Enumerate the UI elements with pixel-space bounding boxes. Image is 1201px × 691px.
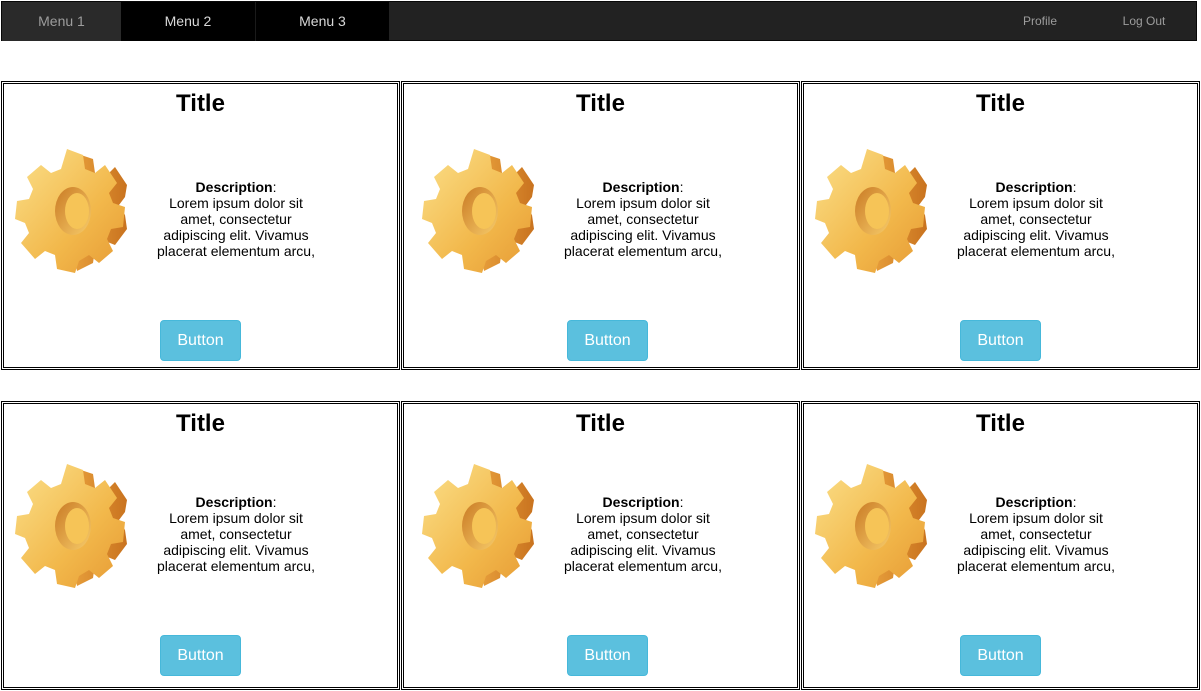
card-3: Title Description: Lorem ipsum dolor sit… [801,81,1200,370]
gear-icon [422,460,534,590]
description-label: Description [995,179,1073,195]
card-5: Title Description: Lorem ipsum dolor sit… [401,401,800,690]
description-label: Description [195,494,273,510]
card-title: Title [176,410,225,437]
card-button[interactable]: Button [567,320,648,361]
nav-menu-3[interactable]: Menu 3 [255,2,389,41]
card-title: Title [976,90,1025,117]
card-title: Title [976,410,1025,437]
card-description: Description: Lorem ipsum dolor sit amet,… [564,494,722,574]
card-description: Description: Lorem ipsum dolor sit amet,… [564,179,722,259]
card-button[interactable]: Button [160,320,241,361]
description-label: Description [995,494,1073,510]
card-description: Description: Lorem ipsum dolor sit amet,… [157,179,315,259]
card-button[interactable]: Button [567,635,648,676]
gear-icon [815,460,927,590]
card-button[interactable]: Button [160,635,241,676]
card-title: Title [576,90,625,117]
description-text: Lorem ipsum dolor sit amet, consectetur … [957,510,1115,574]
card-title: Title [176,90,225,117]
description-text: Lorem ipsum dolor sit amet, consectetur … [564,510,722,574]
nav-menu-1[interactable]: Menu 1 [2,2,121,41]
card-4: Title Description: Lorem ipsum dolor sit… [1,401,400,690]
nav-menu-2[interactable]: Menu 2 [121,2,255,41]
description-text: Lorem ipsum dolor sit amet, consectetur … [564,195,722,259]
card-button[interactable]: Button [960,320,1041,361]
nav-profile[interactable]: Profile [1002,2,1078,41]
card-button[interactable]: Button [960,635,1041,676]
card-2: Title Description: Lorem ipsum dolor sit… [401,81,800,370]
gear-icon [15,460,127,590]
gear-icon [15,145,127,275]
description-text: Lorem ipsum dolor sit amet, consectetur … [157,195,315,259]
card-title: Title [576,410,625,437]
description-label: Description [602,179,680,195]
card-description: Description: Lorem ipsum dolor sit amet,… [157,494,315,574]
card-description: Description: Lorem ipsum dolor sit amet,… [957,179,1115,259]
top-navbar: Menu 1 Menu 2 Menu 3 Profile Log Out [1,1,1197,41]
description-label: Description [602,494,680,510]
description-text: Lorem ipsum dolor sit amet, consectetur … [957,195,1115,259]
nav-logout[interactable]: Log Out [1104,2,1184,41]
card-1: Title Description: Lorem ipsum dolor sit… [1,81,400,370]
card-6: Title Description: Lorem ipsum dolor sit… [801,401,1200,690]
gear-icon [422,145,534,275]
description-text: Lorem ipsum dolor sit amet, consectetur … [157,510,315,574]
gear-icon [815,145,927,275]
description-label: Description [195,179,273,195]
card-description: Description: Lorem ipsum dolor sit amet,… [957,494,1115,574]
